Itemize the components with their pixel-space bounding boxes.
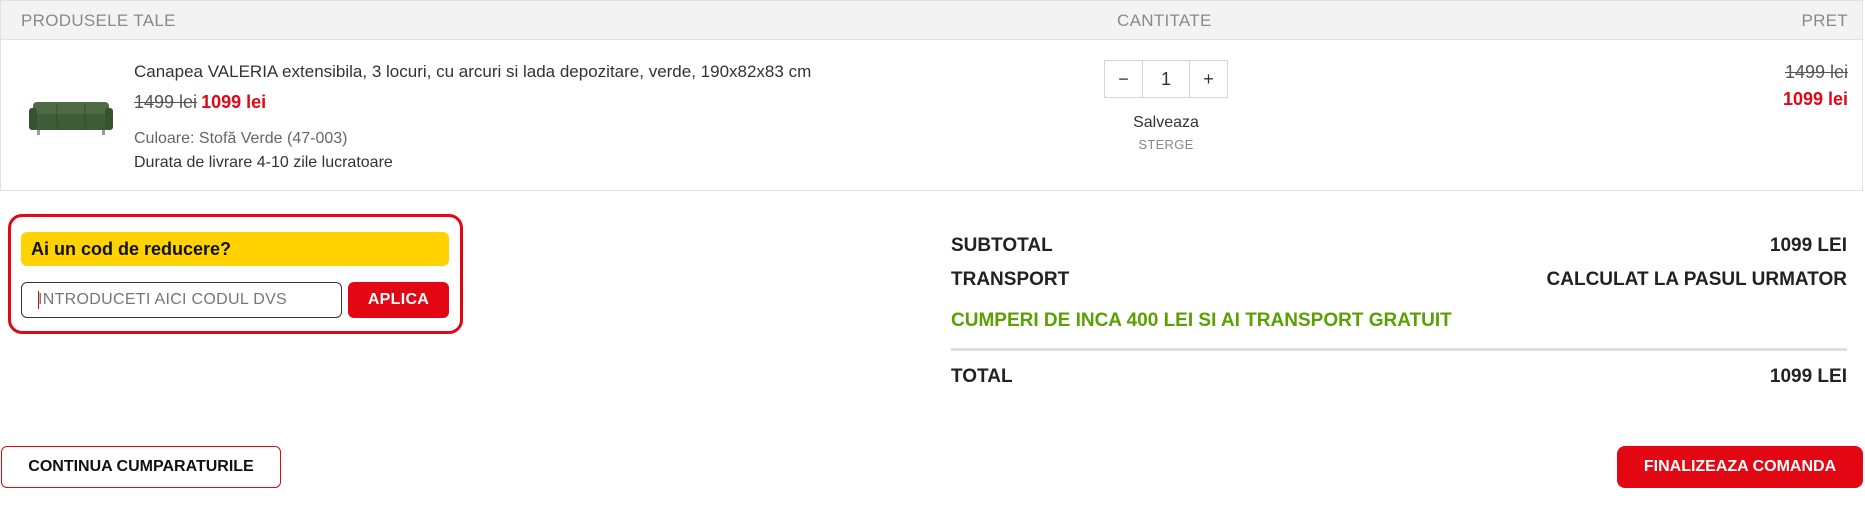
finalize-order-button[interactable]: FINALIZEAZA COMANDA — [1617, 446, 1863, 488]
total-label: TOTAL — [951, 366, 1013, 387]
subtotal-value: 1099 LEI — [1769, 235, 1847, 256]
product-delivery: Durata de livrare 4-10 zile lucratoare — [134, 154, 393, 171]
increment-button[interactable]: + — [1190, 61, 1227, 97]
quantity-value[interactable]: 1 — [1142, 61, 1190, 97]
subtotal-label: SUBTOTAL — [951, 235, 1053, 256]
transport-value: CALCULAT LA PASUL URMATOR — [1546, 269, 1847, 290]
product-old-price: 1499 lei — [134, 92, 198, 112]
product-name[interactable]: Canapea VALERIA extensibila, 3 locuri, c… — [134, 62, 811, 82]
cart-table: PRODUSELE TALE CANTITATE PRET Canapea VA… — [0, 0, 1863, 191]
header-quantity: CANTITATE — [1117, 11, 1212, 30]
coupon-box: Ai un cod de reducere? INTRODUCETI AICI … — [8, 214, 463, 334]
coupon-title: Ai un cod de reducere? — [21, 232, 449, 266]
delete-link[interactable]: STERGE — [1104, 137, 1228, 152]
item-price: 1499 lei 1099 lei — [1783, 62, 1848, 110]
header-price: PRET — [1801, 11, 1848, 30]
coupon-code-input[interactable]: INTRODUCETI AICI CODUL DVS — [21, 282, 342, 318]
free-shipping-message: CUMPERI DE INCA 400 LEI SI AI TRANSPORT … — [951, 310, 1452, 331]
cart-item-row: Canapea VALERIA extensibila, 3 locuri, c… — [1, 40, 1862, 191]
cart-header: PRODUSELE TALE CANTITATE PRET — [1, 1, 1862, 40]
save-link[interactable]: Salveaza — [1104, 114, 1228, 132]
product-color: Culoare: Stofă Verde (47-003) — [134, 130, 348, 147]
quantity-stepper: − 1 + — [1104, 60, 1228, 98]
total-value: 1099 LEI — [1769, 366, 1847, 387]
totals-divider — [951, 348, 1847, 351]
item-old-price: 1499 lei — [1784, 62, 1848, 82]
transport-label: TRANSPORT — [951, 269, 1070, 290]
product-new-price: 1099 lei — [201, 92, 267, 112]
decrement-button[interactable]: − — [1105, 61, 1142, 97]
product-prices: 1499 lei 1099 lei — [134, 92, 266, 113]
item-new-price: 1099 lei — [1782, 89, 1848, 109]
continue-shopping-button[interactable]: CONTINUA CUMPARATURILE — [1, 446, 281, 488]
transport-row: TRANSPORT CALCULAT LA PASUL URMATOR — [951, 269, 1847, 293]
total-row: TOTAL 1099 LEI — [951, 366, 1847, 390]
header-products: PRODUSELE TALE — [21, 11, 176, 30]
apply-coupon-button[interactable]: APLICA — [348, 282, 449, 318]
product-thumbnail[interactable] — [27, 86, 115, 152]
subtotal-row: SUBTOTAL 1099 LEI — [951, 235, 1847, 259]
